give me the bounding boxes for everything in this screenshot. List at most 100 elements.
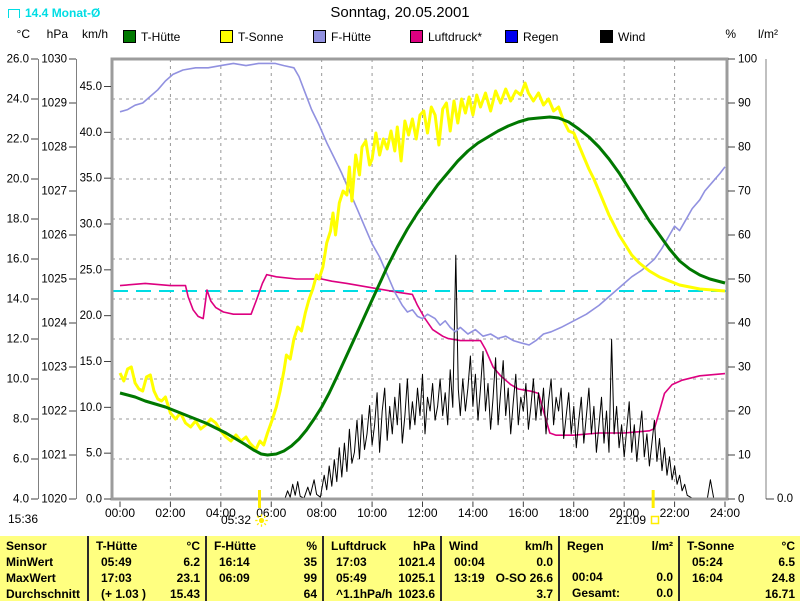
svg-text:80: 80	[738, 142, 751, 154]
svg-text:6.0: 6.0	[13, 454, 29, 466]
stats-group-t-huette: T-Hütte °C 05:496.2 17:0323.1 (+ 1.03 )15…	[87, 536, 205, 601]
print-time: 15:36	[8, 512, 38, 526]
group-unit: °C	[187, 538, 205, 554]
svg-text:90: 90	[738, 98, 751, 110]
sunrise-time: 05:32	[221, 513, 251, 527]
svg-text:10:00: 10:00	[357, 506, 387, 520]
svg-text:14.0: 14.0	[7, 294, 29, 306]
svg-text:8.0: 8.0	[13, 414, 29, 426]
y-axis-pressure: 1020102110221023102410251026102710281029…	[41, 54, 76, 506]
row-label-minwert: MinWert	[0, 554, 87, 570]
svg-text:0: 0	[738, 494, 744, 506]
svg-text:20.0: 20.0	[7, 174, 29, 186]
table-row: 05:491025.1	[324, 570, 440, 586]
stats-group-wind: Wind km/h 00:040.0 13:19O-SO 26.6 3.7	[440, 536, 558, 601]
svg-text:1028: 1028	[41, 142, 67, 154]
svg-text:1030: 1030	[41, 54, 67, 66]
group-unit: %	[306, 538, 322, 554]
table-row: 16:0424.8	[680, 570, 800, 586]
table-row: 16.71	[680, 586, 800, 601]
table-row: 05:246.5	[680, 554, 800, 570]
y-axis-wind: 0.05.010.015.020.025.030.035.040.045.0	[80, 81, 111, 506]
svg-text:1024: 1024	[41, 318, 67, 330]
svg-text:1026: 1026	[41, 230, 67, 242]
table-row: 05:496.2	[89, 554, 205, 570]
svg-text:25.0: 25.0	[80, 264, 102, 276]
table-row: 17:031021.4	[324, 554, 440, 570]
svg-text:10: 10	[738, 450, 751, 462]
svg-text:02:00: 02:00	[155, 506, 185, 520]
svg-text:70: 70	[738, 186, 751, 198]
svg-text:0.0: 0.0	[86, 494, 102, 506]
svg-text:24.0: 24.0	[7, 94, 29, 106]
svg-text:1020: 1020	[41, 494, 67, 506]
group-name: T-Hütte	[89, 538, 137, 554]
svg-text:18:00: 18:00	[559, 506, 589, 520]
table-row: 17:0323.1	[89, 570, 205, 586]
sunset-time: 21:09	[616, 513, 646, 527]
table-row: 64	[207, 586, 322, 601]
table-row: Gesamt:0.0	[560, 585, 678, 601]
group-name: T-Sonne	[680, 538, 734, 554]
stats-group-t-sonne: T-Sonne °C 05:246.5 16:0424.8 16.71	[678, 536, 800, 601]
svg-text:24:00: 24:00	[710, 506, 740, 520]
table-row: 00:040.0	[560, 569, 678, 585]
svg-text:15.0: 15.0	[80, 356, 102, 368]
stats-row-labels: Sensor MinWert MaxWert Durchschnitt	[0, 536, 87, 601]
y-axis-temp: 4.06.08.010.012.014.016.018.020.022.024.…	[7, 54, 39, 506]
row-label-durchschnitt: Durchschnitt	[0, 586, 87, 601]
y-axis-humidity: 0102030405060708090100	[728, 54, 757, 506]
sun-icon	[255, 514, 268, 527]
row-label-sensor: Sensor	[0, 538, 87, 554]
sunset-indicator: 21:09	[616, 513, 660, 527]
svg-text:20: 20	[738, 406, 751, 418]
svg-text:14:00: 14:00	[458, 506, 488, 520]
y-axis-rain: 0.0	[766, 59, 793, 505]
stats-group-f-huette: F-Hütte% 16:1435 06:0999 64	[205, 536, 322, 601]
svg-text:1025: 1025	[41, 274, 67, 286]
svg-text:1022: 1022	[41, 406, 67, 418]
group-name: Wind	[442, 538, 478, 554]
svg-text:10.0: 10.0	[7, 374, 29, 386]
table-row: 06:0999	[207, 570, 322, 586]
svg-text:1027: 1027	[41, 186, 67, 198]
stats-group-luftdruck: Luftdruck hPa 17:031021.4 05:491025.1 ^1.…	[322, 536, 440, 601]
row-label-maxwert: MaxWert	[0, 570, 87, 586]
group-name: Regen	[560, 538, 604, 554]
svg-text:0.0: 0.0	[777, 493, 793, 505]
svg-text:40.0: 40.0	[80, 127, 102, 139]
table-row	[560, 554, 678, 569]
table-row: 16:1435	[207, 554, 322, 570]
svg-text:10.0: 10.0	[80, 402, 102, 414]
svg-text:22.0: 22.0	[7, 134, 29, 146]
svg-text:5.0: 5.0	[86, 448, 102, 460]
table-row: 3.7	[442, 586, 558, 601]
svg-text:1029: 1029	[41, 98, 67, 110]
group-name: Luftdruck	[324, 538, 386, 554]
group-unit: l/m²	[652, 538, 678, 554]
stats-group-regen: Regen l/m² 00:040.0 Gesamt:0.0	[558, 536, 678, 601]
table-row: ^1.1hPa/h1023.6	[324, 586, 440, 601]
svg-text:16:00: 16:00	[508, 506, 538, 520]
group-unit: hPa	[413, 538, 440, 554]
sunset-square-icon	[650, 515, 660, 525]
svg-text:16.0: 16.0	[7, 254, 29, 266]
svg-text:30.0: 30.0	[80, 219, 102, 231]
svg-text:12:00: 12:00	[407, 506, 437, 520]
svg-text:4.0: 4.0	[13, 494, 29, 506]
svg-text:22:00: 22:00	[660, 506, 690, 520]
weather-chart: 4.06.08.010.012.014.016.018.020.022.024.…	[0, 0, 800, 535]
table-row: 00:040.0	[442, 554, 558, 570]
table-row: 13:19O-SO 26.6	[442, 570, 558, 586]
weather-report-window: Sonntag, 20.05.2001 14.4 Monat-Ø °C hPa …	[0, 0, 800, 601]
svg-text:40: 40	[738, 318, 751, 330]
table-row: (+ 1.03 )15.43	[89, 586, 205, 601]
svg-text:45.0: 45.0	[80, 81, 102, 93]
svg-text:00:00: 00:00	[105, 506, 135, 520]
sunrise-indicator: 05:32	[221, 513, 268, 527]
group-unit: °C	[782, 538, 800, 554]
svg-text:1021: 1021	[41, 450, 67, 462]
svg-text:35.0: 35.0	[80, 173, 102, 185]
group-unit: km/h	[525, 538, 558, 554]
svg-text:60: 60	[738, 230, 751, 242]
